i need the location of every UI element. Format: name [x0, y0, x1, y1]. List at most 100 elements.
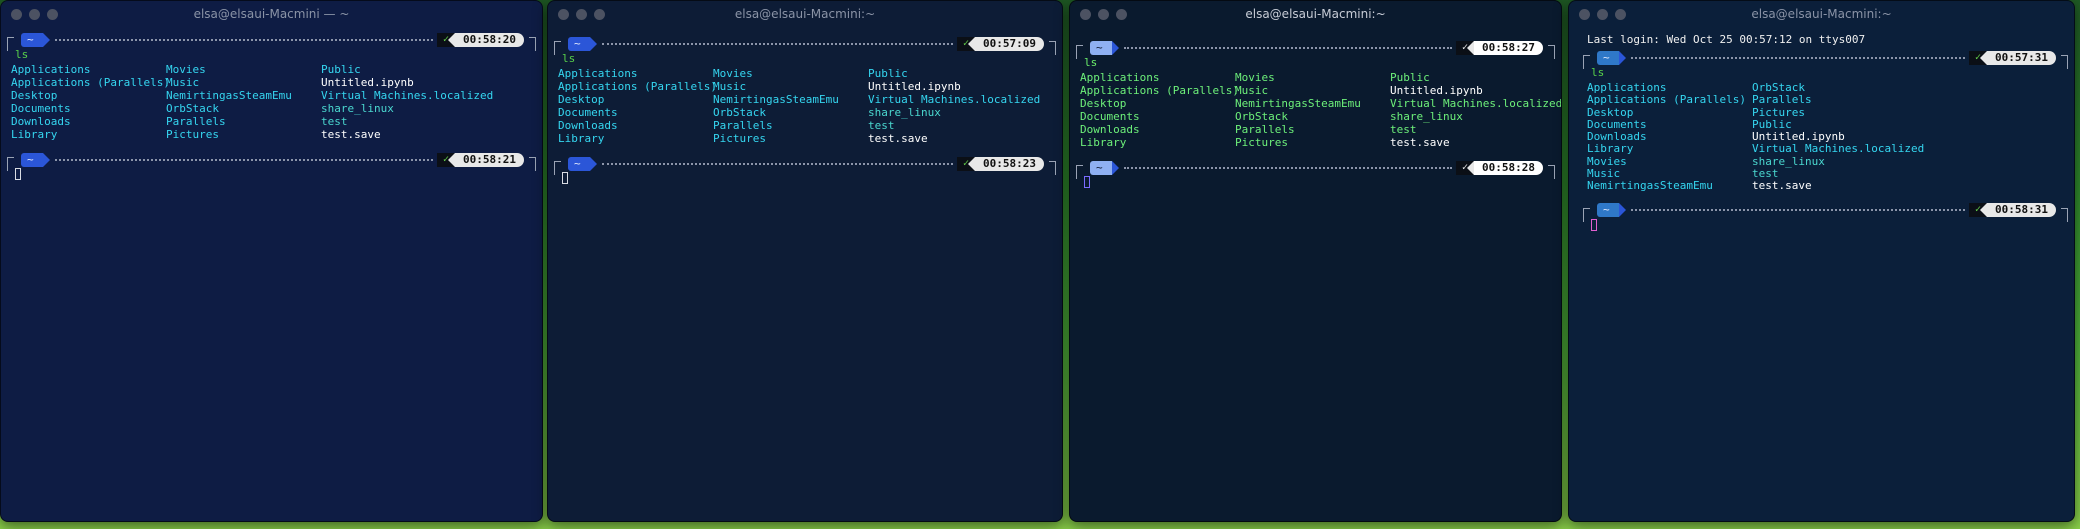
- list-item: Pictures: [1752, 105, 1805, 119]
- list-item: test.save: [868, 132, 928, 145]
- close-button[interactable]: [558, 9, 569, 20]
- list-item: OrbStack: [713, 106, 766, 119]
- minimize-button[interactable]: [1597, 9, 1608, 20]
- list-item: Public: [868, 67, 908, 80]
- cursor: [15, 168, 21, 180]
- list-item: test: [1390, 123, 1417, 136]
- list-item: Movies: [1235, 71, 1275, 84]
- prompt-line: ~ ✓ 00:57:31: [1583, 49, 2068, 69]
- list-item: Pictures: [713, 132, 766, 145]
- list-item: Downloads: [1080, 123, 1140, 136]
- list-item: Untitled.ipynb: [1390, 84, 1483, 97]
- prompt-line: ~ ✓ 00:58:27: [1076, 39, 1555, 59]
- minimize-button[interactable]: [29, 9, 40, 20]
- list-item: Applications: [558, 67, 638, 80]
- list-item: Downloads: [1587, 130, 1647, 144]
- list-item: NemirtingasSteamEmu: [713, 93, 839, 106]
- list-item: Library: [558, 132, 605, 145]
- title-bar[interactable]: elsa@elsaui-Macmini:~: [1070, 1, 1561, 27]
- list-item: test.save: [1752, 179, 1812, 193]
- title-bar[interactable]: elsa@elsaui-Macmini — ~: [1, 1, 542, 27]
- list-item: Downloads: [11, 115, 71, 128]
- list-item: NemirtingasSteamEmu: [166, 89, 292, 102]
- list-item: Pictures: [166, 128, 219, 141]
- prompt-time: 00:58:21: [448, 152, 524, 167]
- command-text: ls: [1084, 56, 1098, 69]
- zoom-button[interactable]: [1116, 9, 1127, 20]
- prompt-line: ~ ✓ 00:58:23: [554, 155, 1056, 175]
- list-item: Documents: [1587, 117, 1647, 131]
- list-item: Pictures: [1235, 136, 1288, 149]
- list-item: Applications (Parallels): [1587, 93, 1746, 107]
- list-item: Virtual Machines.localized: [1390, 97, 1562, 110]
- ls-output: Applications Applications (Parallels) De…: [1080, 71, 1561, 149]
- list-item: Music: [713, 80, 747, 93]
- window-title: elsa@elsaui-Macmini — ~: [193, 7, 350, 21]
- list-item: Desktop: [558, 93, 605, 106]
- close-button[interactable]: [1579, 9, 1590, 20]
- list-item: share_linux: [1390, 110, 1463, 123]
- list-item: Library: [1080, 136, 1127, 149]
- terminal-body[interactable]: Last login: Wed Oct 25 00:57:12 on ttys0…: [1569, 27, 2074, 232]
- list-item: Applications (Parallels): [558, 80, 717, 93]
- prompt-time: 00:58:23: [968, 156, 1044, 171]
- title-bar[interactable]: elsa@elsaui-Macmini:~: [548, 1, 1062, 27]
- terminal-window-3: elsa@elsaui-Macmini:~ ~ ✓ 00:58:27 ls Ap…: [1069, 0, 1562, 522]
- zoom-button[interactable]: [594, 9, 605, 20]
- ls-output: Applications Applications (Parallels) De…: [558, 67, 1052, 145]
- prompt-line: ~ ✓ 00:58:20: [7, 31, 536, 51]
- cursor: [1084, 176, 1090, 188]
- list-item: Movies: [166, 63, 206, 76]
- terminal-body[interactable]: ~ ✓ 00:57:09 ls Applications Application…: [548, 27, 1062, 185]
- terminal-body[interactable]: ~ ✓ 00:58:20 ls Applications Application…: [1, 27, 542, 181]
- minimize-button[interactable]: [576, 9, 587, 20]
- window-title: elsa@elsaui-Macmini:~: [1751, 7, 1892, 21]
- terminal-window-4: elsa@elsaui-Macmini:~ Last login: Wed Oc…: [1568, 0, 2075, 522]
- list-item: Untitled.ipynb: [321, 76, 414, 89]
- list-item: Virtual Machines.localized: [1752, 142, 1925, 156]
- ls-output: Applications Applications (Parallels) De…: [1587, 81, 2064, 192]
- list-item: Library: [1587, 142, 1634, 156]
- list-item: NemirtingasSteamEmu: [1587, 179, 1713, 193]
- list-item: Applications: [1080, 71, 1160, 84]
- list-item: Untitled.ipynb: [868, 80, 961, 93]
- minimize-button[interactable]: [1098, 9, 1109, 20]
- list-item: test: [868, 119, 895, 132]
- prompt-dir: ~: [1597, 50, 1626, 65]
- close-button[interactable]: [11, 9, 22, 20]
- list-item: Music: [166, 76, 200, 89]
- command-text: ls: [15, 48, 29, 61]
- list-item: test: [1752, 167, 1779, 181]
- list-item: Documents: [558, 106, 618, 119]
- last-login-text: Last login: Wed Oct 25 00:57:12 on ttys0…: [1587, 33, 1866, 46]
- zoom-button[interactable]: [47, 9, 58, 20]
- prompt-dir: ~: [1597, 203, 1626, 218]
- terminal-body[interactable]: ~ ✓ 00:58:27 ls Applications Application…: [1070, 27, 1561, 189]
- list-item: test.save: [1390, 136, 1450, 149]
- zoom-button[interactable]: [1615, 9, 1626, 20]
- list-item: Movies: [713, 67, 753, 80]
- list-item: Music: [1587, 167, 1621, 181]
- ls-output: Applications Applications (Parallels) De…: [11, 63, 532, 141]
- list-item: Public: [1390, 71, 1430, 84]
- terminal-window-1: elsa@elsaui-Macmini — ~ ~ ✓ 00:58:20 ls …: [0, 0, 543, 522]
- title-bar[interactable]: elsa@elsaui-Macmini:~: [1569, 1, 2074, 27]
- list-item: share_linux: [321, 102, 394, 115]
- prompt-dir: ~: [568, 36, 597, 51]
- list-item: share_linux: [1752, 154, 1825, 168]
- close-button[interactable]: [1080, 9, 1091, 20]
- list-item: Parallels: [1235, 123, 1295, 136]
- prompt-line: ~ ✓ 00:58:28: [1076, 159, 1555, 179]
- prompt-time: 00:57:31: [1980, 50, 2056, 65]
- prompt-dir: ~: [1090, 40, 1119, 55]
- list-item: Movies: [1587, 154, 1627, 168]
- window-title: elsa@elsaui-Macmini:~: [734, 7, 876, 21]
- list-item: Parallels: [166, 115, 226, 128]
- terminal-window-2: elsa@elsaui-Macmini:~ ~ ✓ 00:57:09 ls Ap…: [547, 0, 1063, 522]
- prompt-line: ~ ✓ 00:58:31: [1583, 202, 2068, 222]
- list-item: OrbStack: [1235, 110, 1288, 123]
- list-item: OrbStack: [1752, 81, 1805, 94]
- list-item: Public: [1752, 117, 1792, 131]
- list-item: Applications (Parallels): [1080, 84, 1239, 97]
- command-text: ls: [1591, 66, 1605, 79]
